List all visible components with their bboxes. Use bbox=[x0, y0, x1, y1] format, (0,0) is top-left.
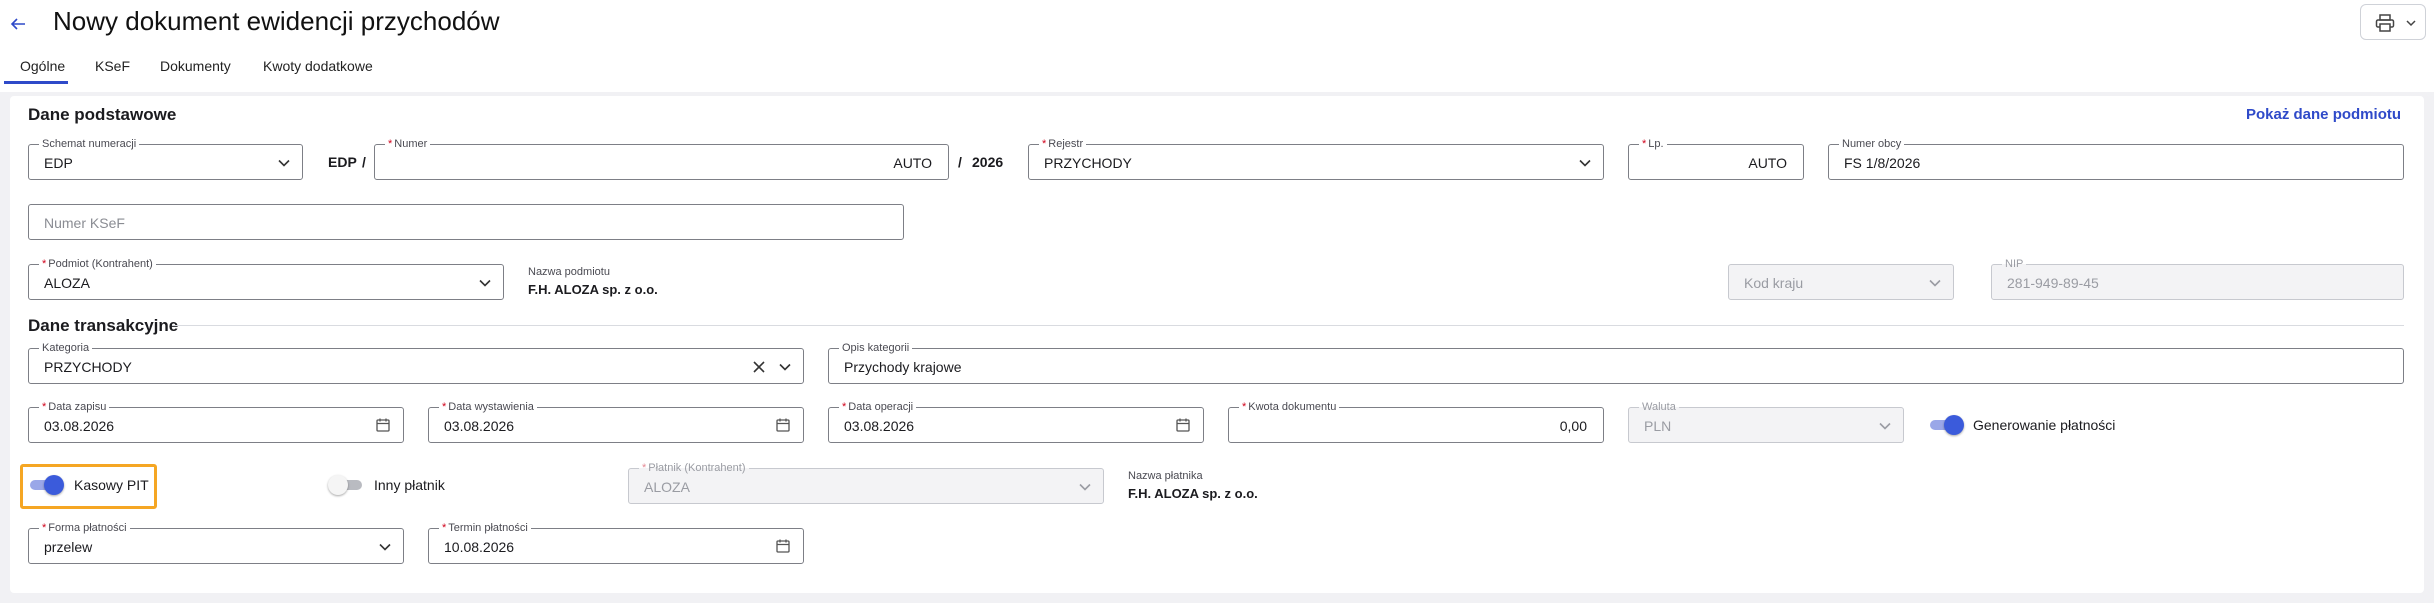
section-title-basic: Dane podstawowe bbox=[28, 105, 177, 124]
chevron-down-icon bbox=[479, 279, 491, 287]
issue-date-value: 03.08.2026 bbox=[444, 418, 515, 434]
numbering-scheme-select[interactable]: Schemat numeracji EDP bbox=[28, 137, 303, 180]
cash-pit-label: Kasowy PIT bbox=[74, 477, 149, 493]
calendar-icon[interactable] bbox=[775, 417, 791, 433]
register-select[interactable]: * Rejestr PRZYCHODY bbox=[1028, 137, 1604, 180]
currency-select[interactable]: Waluta PLN bbox=[1628, 400, 1904, 443]
payment-due-date-label: Termin płatności bbox=[448, 522, 528, 534]
arrow-left-icon bbox=[10, 18, 25, 30]
numbering-scheme-value: EDP bbox=[44, 155, 73, 171]
page-header: Nowy dokument ewidencji przychodów Ogóln… bbox=[0, 0, 2434, 92]
entity-name-value: F.H. ALOZA sp. z o.o. bbox=[528, 282, 658, 297]
payment-due-date-picker[interactable]: * Termin płatności 10.08.2026 bbox=[428, 521, 804, 564]
register-label: Rejestr bbox=[1048, 138, 1084, 150]
chevron-down-icon bbox=[379, 543, 391, 551]
section-title-transaction: Dane transakcyjne bbox=[28, 316, 179, 335]
calendar-icon[interactable] bbox=[775, 538, 791, 554]
external-number-label: Numer obcy bbox=[1839, 137, 1905, 151]
ksef-number-input[interactable]: Numer KSeF bbox=[28, 204, 904, 240]
chevron-down-icon bbox=[779, 363, 791, 371]
payment-form-label: Forma płatności bbox=[48, 522, 127, 534]
cash-pit-toggle[interactable] bbox=[28, 475, 64, 495]
payer-name-value: F.H. ALOZA sp. z o.o. bbox=[1128, 486, 1258, 501]
lp-value: AUTO bbox=[1748, 155, 1787, 171]
generate-payments-label: Generowanie płatności bbox=[1973, 417, 2116, 433]
number-field[interactable]: * Numer AUTO bbox=[374, 137, 949, 180]
nip-label: NIP bbox=[2002, 257, 2027, 271]
country-code-select[interactable]: Kod kraju bbox=[1728, 264, 1954, 300]
currency-value: PLN bbox=[1644, 418, 1672, 434]
tab-kwoty-dodatkowe[interactable]: Kwoty dodatkowe bbox=[263, 54, 373, 84]
print-button[interactable] bbox=[2360, 4, 2426, 40]
entry-date-label: Data zapisu bbox=[48, 401, 107, 413]
payment-due-date-value: 10.08.2026 bbox=[444, 539, 515, 555]
nip-field[interactable]: NIP 281-949-89-45 bbox=[1991, 257, 2404, 300]
external-number-value: FS 1/8/2026 bbox=[1844, 155, 1921, 171]
operation-date-value: 03.08.2026 bbox=[844, 418, 915, 434]
payer-value: ALOZA bbox=[644, 479, 690, 495]
register-value: PRZYCHODY bbox=[1044, 155, 1132, 171]
operation-date-label: Data operacji bbox=[848, 401, 914, 413]
chevron-down-icon bbox=[278, 159, 290, 167]
external-number-field[interactable]: Numer obcy FS 1/8/2026 bbox=[1828, 137, 2404, 180]
calendar-icon[interactable] bbox=[375, 417, 391, 433]
currency-label: Waluta bbox=[1639, 400, 1679, 414]
close-icon[interactable] bbox=[751, 359, 767, 375]
category-description-field[interactable]: Opis kategorii Przychody krajowe bbox=[828, 341, 2404, 384]
ksef-number-placeholder: Numer KSeF bbox=[44, 215, 125, 231]
numbering-scheme-label: Schemat numeracji bbox=[39, 137, 140, 151]
lp-label: Lp. bbox=[1648, 138, 1664, 150]
document-amount-field[interactable]: * Kwota dokumentu 0,00 bbox=[1228, 400, 1604, 443]
issue-date-picker[interactable]: * Data wystawienia 03.08.2026 bbox=[428, 400, 804, 443]
chevron-down-icon bbox=[1879, 422, 1891, 430]
lp-field[interactable]: * Lp. AUTO bbox=[1628, 137, 1804, 180]
chevron-down-icon bbox=[2406, 20, 2416, 27]
nip-value: 281-949-89-45 bbox=[2007, 275, 2099, 291]
other-payer-toggle[interactable] bbox=[328, 475, 364, 495]
category-label: Kategoria bbox=[39, 341, 93, 355]
payment-form-select[interactable]: * Forma płatności przelew bbox=[28, 521, 404, 564]
category-description-label: Opis kategorii bbox=[839, 341, 913, 355]
chevron-down-icon bbox=[1929, 279, 1941, 287]
category-description-value: Przychody krajowe bbox=[844, 359, 962, 375]
entity-select[interactable]: * Podmiot (Kontrahent) ALOZA bbox=[28, 257, 504, 300]
document-amount-value: 0,00 bbox=[1559, 418, 1587, 434]
payer-label: Płatnik (Kontrahent) bbox=[648, 462, 746, 474]
printer-icon bbox=[2375, 14, 2395, 32]
tab-dokumenty[interactable]: Dokumenty bbox=[160, 54, 231, 84]
entity-value: ALOZA bbox=[44, 275, 90, 291]
section-divider bbox=[172, 325, 2404, 326]
show-entity-data-link[interactable]: Pokaż dane podmiotu bbox=[2246, 105, 2401, 125]
payer-name-label: Nazwa płatnika bbox=[1128, 470, 1203, 482]
category-value: PRZYCHODY bbox=[44, 359, 132, 375]
category-select[interactable]: Kategoria PRZYCHODY bbox=[28, 341, 804, 384]
number-label: Numer bbox=[394, 138, 428, 150]
entity-name-label: Nazwa podmiotu bbox=[528, 266, 610, 278]
tab-ksef[interactable]: KSeF bbox=[95, 54, 130, 84]
document-amount-label: Kwota dokumentu bbox=[1248, 401, 1337, 413]
issue-date-label: Data wystawienia bbox=[448, 401, 534, 413]
entry-date-picker[interactable]: * Data zapisu 03.08.2026 bbox=[28, 400, 404, 443]
payment-form-value: przelew bbox=[44, 539, 93, 555]
payer-select[interactable]: * Płatnik (Kontrahent) ALOZA bbox=[628, 461, 1104, 504]
tab-ogolne[interactable]: Ogólne bbox=[4, 54, 68, 84]
year-separator: / bbox=[958, 154, 962, 170]
number-prefix: EDP bbox=[328, 154, 357, 170]
other-payer-label: Inny płatnik bbox=[374, 477, 445, 493]
country-code-placeholder: Kod kraju bbox=[1744, 275, 1804, 291]
entry-date-value: 03.08.2026 bbox=[44, 418, 115, 434]
number-value: AUTO bbox=[893, 155, 932, 171]
page-title: Nowy dokument ewidencji przychodów bbox=[53, 6, 500, 36]
generate-payments-toggle[interactable] bbox=[1928, 415, 1964, 435]
entity-label: Podmiot (Kontrahent) bbox=[48, 258, 153, 270]
number-year: 2026 bbox=[972, 154, 1004, 170]
chevron-down-icon bbox=[1579, 159, 1591, 167]
chevron-down-icon bbox=[1079, 483, 1091, 491]
back-button[interactable] bbox=[6, 10, 30, 34]
operation-date-picker[interactable]: * Data operacji 03.08.2026 bbox=[828, 400, 1204, 443]
prefix-separator: / bbox=[362, 154, 366, 170]
calendar-icon[interactable] bbox=[1175, 417, 1191, 433]
